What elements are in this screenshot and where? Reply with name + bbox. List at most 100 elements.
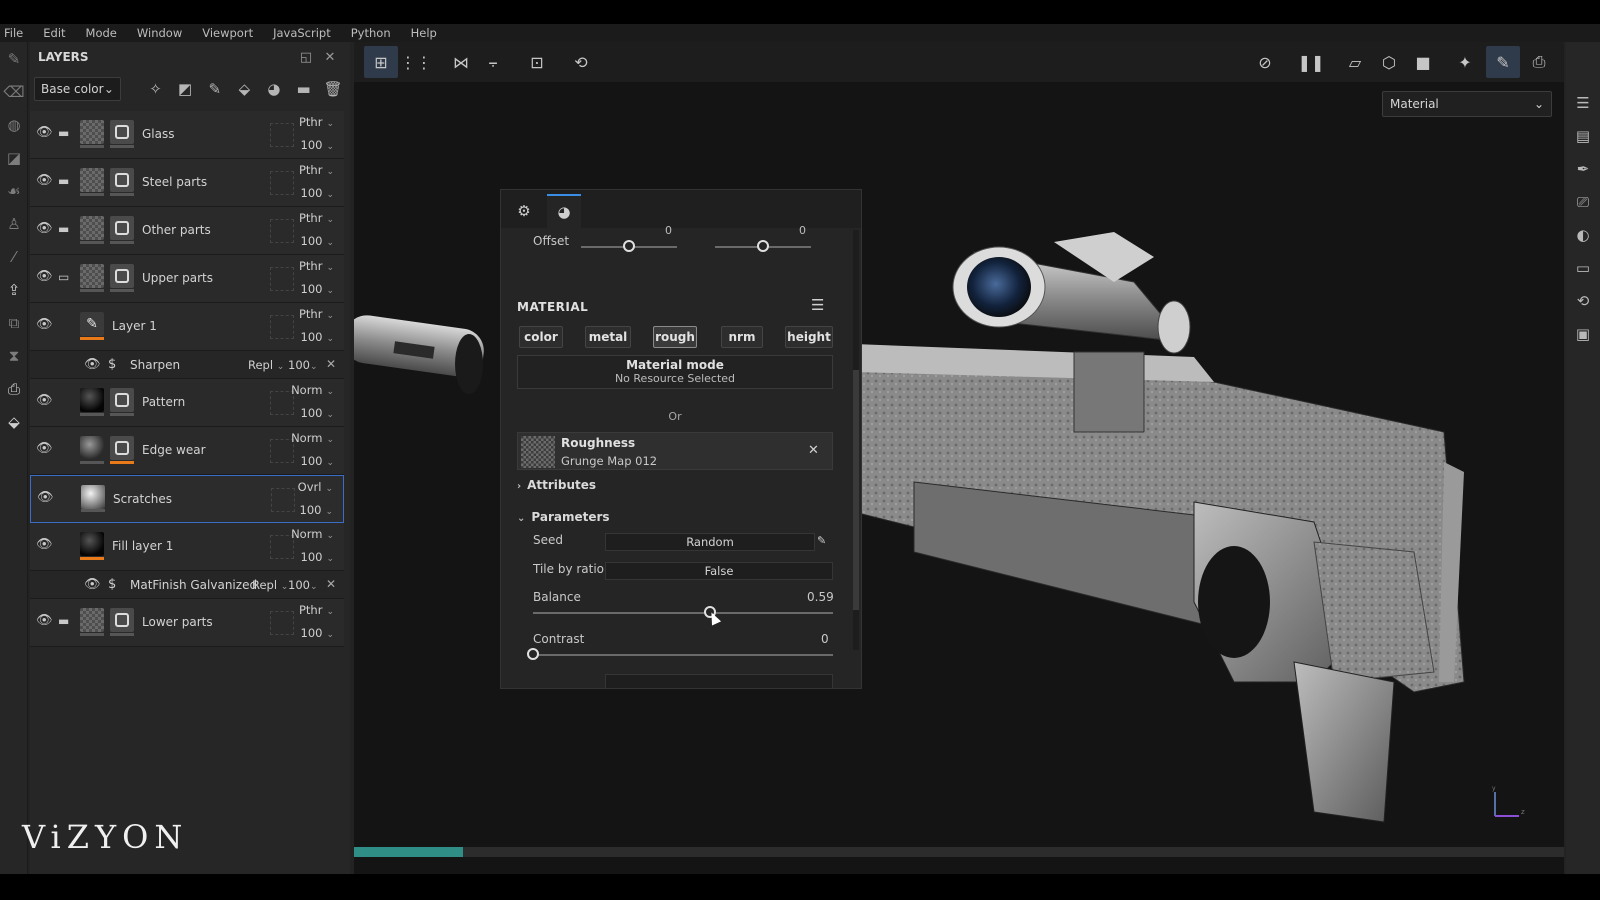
layer-row-upper-parts[interactable]: 👁 ▭ Upper parts Pthr ⌄ 100 ⌄	[30, 255, 344, 303]
blend-mode-dropdown[interactable]: Pthr ⌄	[299, 307, 334, 321]
channel-select[interactable]: Base color ⌄	[34, 77, 121, 101]
mask-slot[interactable]	[270, 219, 294, 243]
opacity-dropdown[interactable]: 100⌄	[301, 330, 335, 344]
menu-icon[interactable]: ☰	[811, 296, 824, 314]
polygon-fill-tool-icon[interactable]: ◪	[0, 141, 28, 174]
offset-y-knob[interactable]	[757, 240, 769, 252]
scrollbar-thumb[interactable]	[853, 370, 859, 610]
channel-button-metal[interactable]: metal	[585, 326, 631, 348]
tiling-grid-icon[interactable]: ⋮⋮	[399, 46, 433, 78]
2d-view-icon[interactable]: ▱	[1338, 46, 1372, 78]
projection-tool-icon[interactable]: ◍	[0, 108, 28, 141]
balance-slider[interactable]	[533, 612, 833, 614]
mask-icon[interactable]	[110, 388, 134, 412]
eye-icon[interactable]: 👁	[84, 357, 101, 373]
mask-icon[interactable]	[110, 216, 134, 240]
pencil-icon[interactable]: ✎	[817, 534, 826, 547]
roughness-resource[interactable]: Roughness Grunge Map 012 ✕	[517, 432, 833, 470]
add-folder-icon[interactable]: ▬	[291, 76, 317, 102]
light-icon[interactable]: ✦	[1448, 46, 1482, 78]
paint-brush-tool-icon[interactable]: ✎	[0, 42, 28, 75]
opacity-dropdown[interactable]: 100⌄	[288, 578, 318, 592]
effect-row-matfinish-galvanized[interactable]: 👁 $ MatFinish Galvanized Repl ⌄ 100⌄ ✕	[30, 571, 344, 599]
texture-set-icon[interactable]: ⧉	[0, 306, 28, 339]
layer-row-lower-parts[interactable]: 👁 ▬ Lower parts Pthr ⌄ 100 ⌄	[30, 599, 344, 647]
smudge-tool-icon[interactable]: ☙	[0, 174, 28, 207]
mask-icon[interactable]	[110, 264, 134, 288]
display-settings-icon[interactable]: ⎚	[1566, 185, 1600, 218]
opacity-dropdown[interactable]: 100⌄	[301, 138, 335, 152]
add-mask-icon[interactable]: ◩	[172, 76, 198, 102]
attributes-foldout[interactable]: › Attributes	[517, 478, 596, 492]
opacity-dropdown[interactable]: 100⌄	[301, 454, 335, 468]
blend-mode-dropdown[interactable]: Repl ⌄	[252, 578, 288, 592]
seed-field[interactable]: Random	[605, 533, 815, 551]
layer-row-layer-1[interactable]: 👁 ✎ Layer 1 Pthr ⌄ 100 ⌄	[30, 303, 344, 351]
blend-mode-dropdown[interactable]: Pthr ⌄	[299, 115, 334, 129]
add-smart-material-icon[interactable]: ◕	[261, 76, 287, 102]
effect-row-sharpen[interactable]: 👁 $ Sharpen Repl ⌄ 100⌄ ✕	[30, 351, 344, 379]
mask-icon[interactable]	[110, 436, 134, 460]
close-icon[interactable]: ✕	[318, 50, 342, 65]
mask-slot[interactable]	[271, 488, 295, 512]
export-icon[interactable]: ⇪	[0, 273, 28, 306]
reset-view-icon[interactable]: ⟲	[564, 46, 598, 78]
layer-row-fill-layer-1[interactable]: 👁 Fill layer 1 Norm ⌄ 100 ⌄	[30, 523, 344, 571]
eye-icon[interactable]: 👁	[36, 393, 53, 409]
menu-edit[interactable]: Edit	[33, 26, 75, 40]
layer-row-pattern[interactable]: 👁 Pattern Norm ⌄ 100 ⌄	[30, 379, 344, 427]
menu-file[interactable]: File	[0, 26, 33, 40]
layer-row-scratches[interactable]: 👁 Scratches Ovrl ⌄ 100 ⌄	[30, 475, 344, 523]
eye-icon[interactable]: 👁	[36, 125, 53, 141]
blend-mode-dropdown[interactable]: Pthr ⌄	[299, 603, 334, 617]
opacity-dropdown[interactable]: 100⌄	[301, 626, 335, 640]
eye-icon[interactable]: 👁	[37, 490, 54, 506]
add-effect-icon[interactable]: ✧	[143, 76, 169, 102]
opacity-dropdown[interactable]: 100⌄	[301, 186, 335, 200]
layer-row-other-parts[interactable]: 👁 ▬ Other parts Pthr ⌄ 100 ⌄	[30, 207, 344, 255]
layers-panel-icon[interactable]: ☰	[1566, 86, 1600, 119]
channel-button-color[interactable]: color	[519, 326, 563, 348]
mask-slot[interactable]	[270, 611, 294, 635]
shelf-icon[interactable]: ⬙	[0, 405, 28, 438]
menu-mode[interactable]: Mode	[76, 26, 127, 40]
texture-set-list-icon[interactable]: ▤	[1566, 119, 1600, 152]
delete-layer-icon[interactable]: 🗑	[320, 76, 346, 102]
channel-button-nrm[interactable]: nrm	[721, 326, 763, 348]
eye-icon[interactable]: 👁	[36, 441, 53, 457]
layer-row-steel-parts[interactable]: 👁 ▬ Steel parts Pthr ⌄ 100 ⌄	[30, 159, 344, 207]
menu-javascript[interactable]: JavaScript	[263, 26, 341, 40]
opacity-dropdown[interactable]: 100⌄	[301, 550, 335, 564]
frame-selection-icon[interactable]: ⊡	[520, 46, 554, 78]
log-icon[interactable]: ▣	[1566, 317, 1600, 350]
mask-slot[interactable]	[270, 123, 294, 147]
environment-icon[interactable]: ◐	[1566, 218, 1600, 251]
shader-settings-icon[interactable]: ✒	[1566, 152, 1600, 185]
mirror-y-icon[interactable]: ⨪	[476, 46, 510, 78]
menu-python[interactable]: Python	[341, 26, 401, 40]
eye-icon[interactable]: 👁	[36, 221, 53, 237]
blend-mode-dropdown[interactable]: Norm ⌄	[291, 527, 334, 541]
tile-by-ratio-field[interactable]: False	[605, 562, 833, 580]
eye-icon[interactable]: 👁	[36, 317, 53, 333]
menu-window[interactable]: Window	[127, 26, 192, 40]
viewport-display-select[interactable]: Material ⌄	[1382, 91, 1552, 117]
shelf-icon[interactable]: ▭	[1566, 251, 1600, 284]
contrast-knob[interactable]	[527, 648, 539, 660]
mirror-x-icon[interactable]: ⋈	[444, 46, 478, 78]
history-icon[interactable]: ⟲	[1566, 284, 1600, 317]
blend-mode-dropdown[interactable]: Pthr ⌄	[299, 211, 334, 225]
remove-effect-icon[interactable]: ✕	[326, 577, 336, 591]
contrast-slider[interactable]	[533, 654, 833, 656]
uv-grid-icon[interactable]: ⊞	[364, 46, 398, 78]
mask-icon[interactable]	[110, 168, 134, 192]
eye-icon[interactable]: 👁	[84, 577, 101, 593]
undock-icon[interactable]: ◱	[294, 50, 318, 65]
opacity-dropdown[interactable]: 100⌄	[301, 234, 335, 248]
menu-viewport[interactable]: Viewport	[192, 26, 263, 40]
parameters-foldout[interactable]: ⌄ Parameters	[517, 510, 610, 524]
opacity-dropdown[interactable]: 100⌄	[288, 358, 318, 372]
tab-fill-properties[interactable]: ◕	[547, 194, 581, 228]
remove-effect-icon[interactable]: ✕	[326, 357, 336, 371]
eraser-tool-icon[interactable]: ⌫	[0, 75, 28, 108]
